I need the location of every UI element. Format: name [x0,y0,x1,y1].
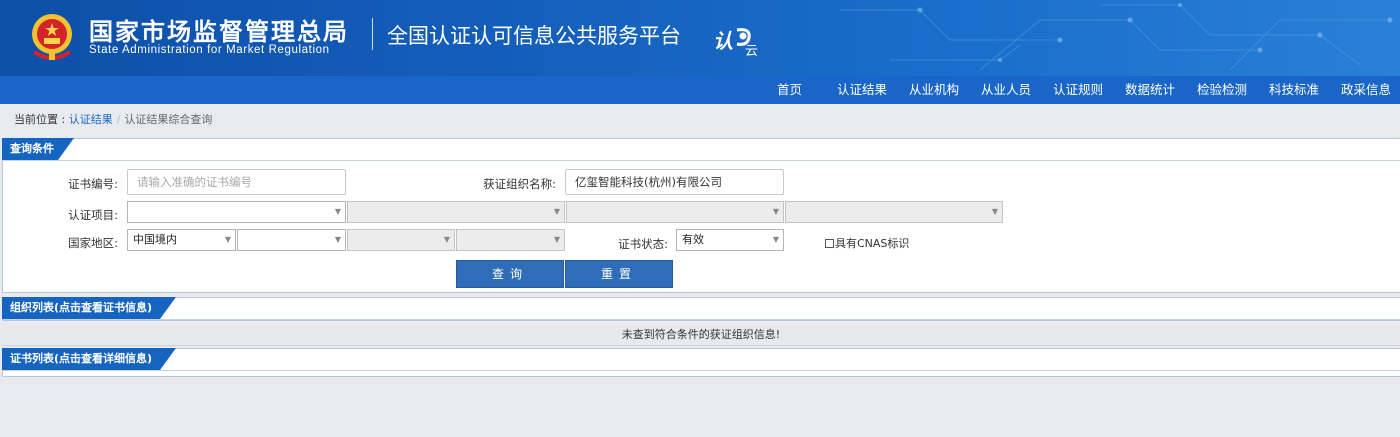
nav-item-home[interactable]: 首页 [777,76,802,104]
org-name-input[interactable] [565,169,784,195]
region-select-province[interactable]: ▼ [237,229,346,251]
chevron-down-icon: ▼ [772,207,779,216]
region-select-country[interactable]: 中国境内 ▼ [127,229,236,251]
cert-list-panel-header: 证书列表(点击查看详细信息) [2,348,1400,371]
breadcrumb-current: 认证结果综合查询 [124,113,213,126]
status-select[interactable]: 有效 ▼ [676,229,784,251]
chevron-down-icon: ▼ [772,235,779,244]
breadcrumb-separator: / [116,113,121,126]
site-header: 国家市场监督管理总局 State Administration for Mark… [0,0,1400,76]
nav-item-statistics[interactable]: 数据统计 [1125,76,1175,104]
chevron-down-icon: ▼ [553,235,560,244]
cert-list-panel-title: 证书列表(点击查看详细信息) [2,348,176,370]
cert-list-panel: 证书列表(点击查看详细信息) [2,348,1400,377]
org-list-panel-header: 组织列表(点击查看证书信息) [2,297,1400,320]
nav-item-institutions[interactable]: 从业机构 [909,76,959,104]
logo-text-2: 云 [745,44,758,58]
search-button[interactable]: 查询 [456,260,564,288]
query-panel-title: 查询条件 [2,138,74,160]
chevron-down-icon: ▼ [443,235,450,244]
chevron-down-icon: ▼ [224,235,231,244]
cnas-checkbox[interactable]: 具有CNAS标识 [825,235,909,251]
project-label: 认证项目: [68,208,118,222]
header-divider [372,18,373,50]
chevron-down-icon: ▼ [991,207,998,216]
checkbox-box[interactable] [825,238,834,248]
region-select-district[interactable]: ▼ [456,229,565,251]
renzheng-cloud-logo: 认 云 [713,28,758,58]
main-nav: 首页 认证结果 从业机构 从业人员 认证规则 数据统计 检验检测 科技标准 政采… [0,76,1400,104]
agency-title-english: State Administration for Market Regulati… [89,44,330,56]
project-select-3[interactable]: ▼ [566,201,784,223]
status-label: 证书状态: [618,237,668,251]
query-panel-header: 查询条件 [2,138,1400,161]
chevron-down-icon: ▼ [334,207,341,216]
chevron-down-icon: ▼ [334,235,341,244]
nav-item-testing[interactable]: 检验检测 [1197,76,1247,104]
breadcrumb-link-cert-results[interactable]: 认证结果 [69,113,113,126]
circuit-decoration [840,3,1393,71]
cnas-checkbox-label: 具有CNAS标识 [835,237,910,250]
project-select-4[interactable]: ▼ [785,201,1003,223]
reset-button[interactable]: 重置 [565,260,673,288]
national-emblem-icon [32,14,72,60]
org-name-label: 获证组织名称: [483,177,556,191]
nav-item-rules[interactable]: 认证规则 [1053,76,1103,104]
breadcrumb-label: 当前位置 : [14,113,69,126]
nav-item-standards[interactable]: 科技标准 [1269,76,1319,104]
nav-item-procurement[interactable]: 政采信息 [1341,76,1391,104]
nav-item-cert-results[interactable]: 认证结果 [837,76,887,104]
region-label: 国家地区: [68,236,118,250]
org-list-empty-message: 未查到符合条件的获证组织信息! [2,324,1400,346]
platform-title: 全国认证认可信息公共服务平台 [387,24,681,48]
agency-title: 国家市场监督管理总局 [89,18,349,46]
cert-no-label: 证书编号: [68,177,118,191]
nav-item-personnel[interactable]: 从业人员 [981,76,1031,104]
logo-text-1: 认 [713,29,733,53]
project-select-2[interactable]: ▼ [347,201,565,223]
project-select-1[interactable]: ▼ [127,201,346,223]
org-list-panel-title: 组织列表(点击查看证书信息) [2,297,176,319]
cert-no-input[interactable] [127,169,346,195]
breadcrumb: 当前位置 : 认证结果 / 认证结果综合查询 [14,111,212,127]
chevron-down-icon: ▼ [553,207,560,216]
region-select-city[interactable]: ▼ [347,229,455,251]
org-list-panel: 组织列表(点击查看证书信息) [2,297,1400,321]
